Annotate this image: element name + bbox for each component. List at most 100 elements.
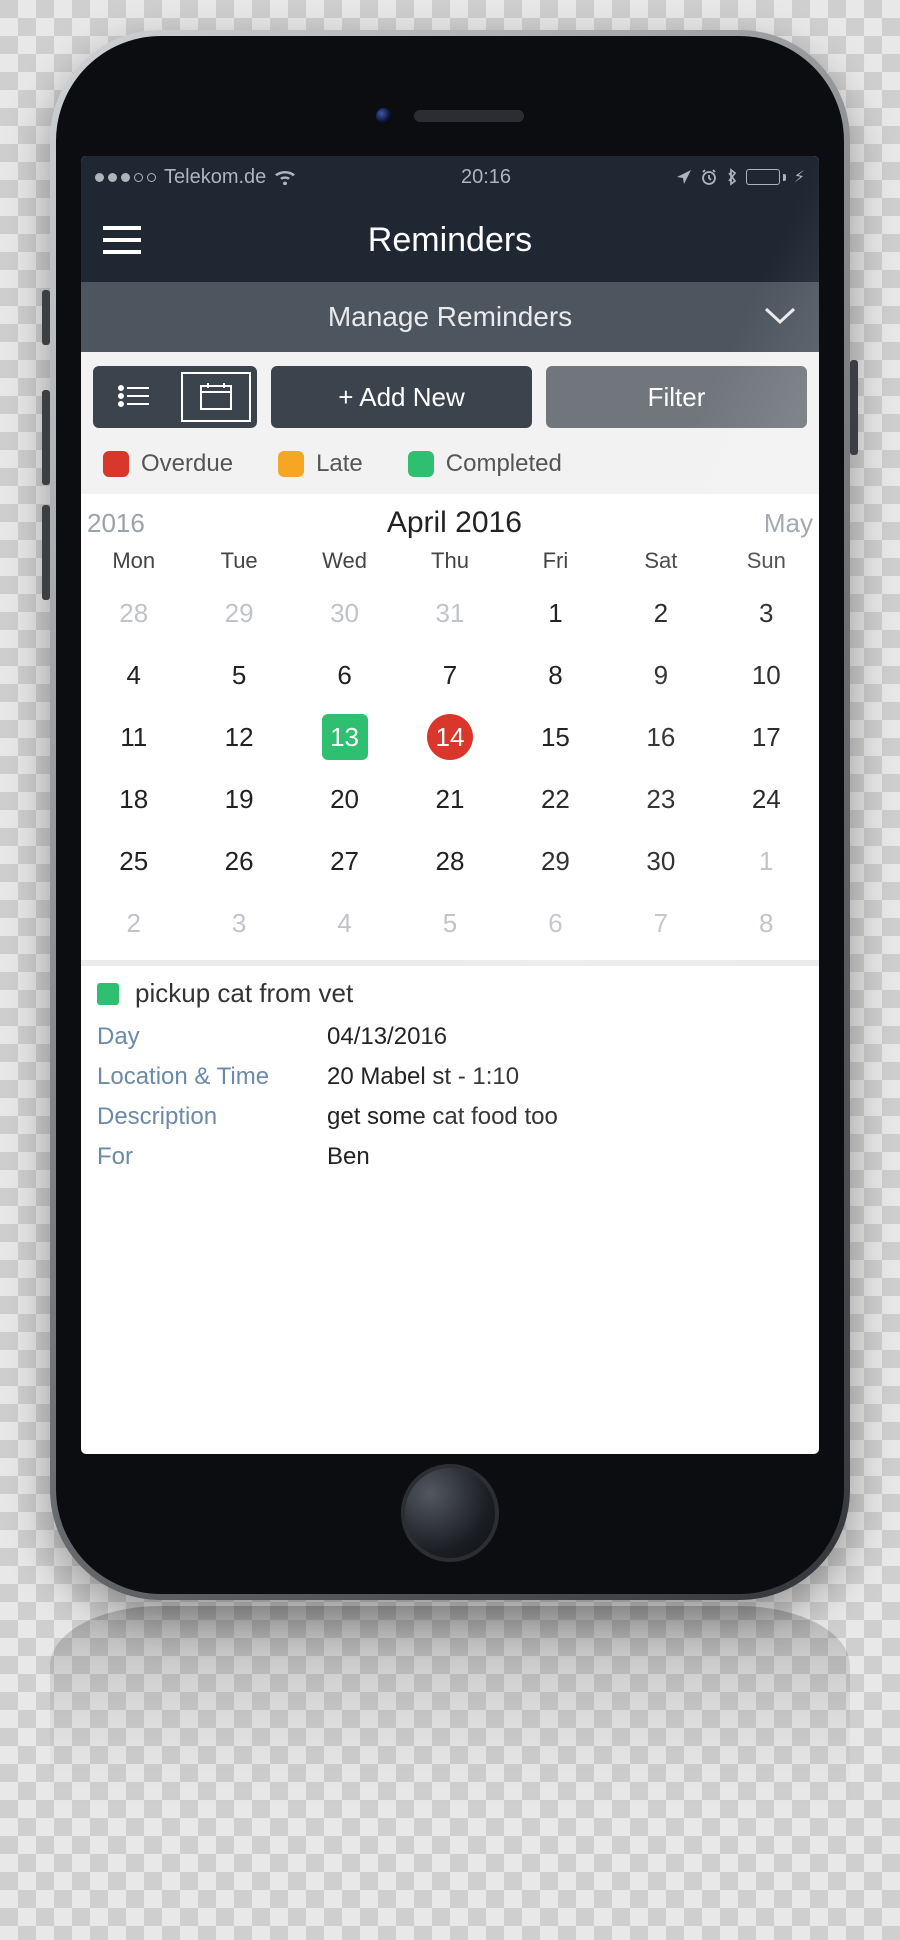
calendar-day[interactable]: 1 [714, 830, 819, 892]
calendar-day[interactable]: 12 [186, 706, 291, 768]
section-dropdown-label: Manage Reminders [328, 301, 572, 333]
calendar-day[interactable]: 29 [186, 582, 291, 644]
event-status-icon [97, 983, 119, 1005]
calendar-day[interactable]: 22 [503, 768, 608, 830]
overdue-swatch-icon [103, 451, 129, 477]
home-button[interactable] [401, 1464, 499, 1562]
event-details: Day04/13/2016 Location & Time20 Mabel st… [81, 1017, 819, 1187]
dow-cell: Sun [714, 548, 819, 574]
list-icon [117, 384, 151, 411]
calendar-day[interactable]: 1 [503, 582, 608, 644]
reflection [50, 1606, 850, 1866]
calendar-day[interactable]: 30 [608, 830, 713, 892]
calendar-day[interactable]: 14 [397, 706, 502, 768]
calendar-day[interactable]: 9 [608, 644, 713, 706]
calendar-day[interactable]: 19 [186, 768, 291, 830]
speaker-grille [414, 110, 524, 122]
status-bar: Telekom.de 20:16 [81, 156, 819, 198]
completed-swatch-icon [408, 451, 434, 477]
calendar-day[interactable]: 15 [503, 706, 608, 768]
calendar-day[interactable]: 30 [292, 582, 397, 644]
calendar-day[interactable]: 8 [503, 644, 608, 706]
list-view-button[interactable] [93, 366, 175, 428]
clock: 20:16 [461, 166, 511, 189]
phone-wrapper: Telekom.de 20:16 [50, 30, 850, 1866]
field-for: ForBen [97, 1137, 803, 1177]
field-day: Day04/13/2016 [97, 1017, 803, 1057]
app-header: Reminders [81, 198, 819, 282]
calendar-day[interactable]: 4 [292, 892, 397, 954]
filter-button[interactable]: Filter [546, 366, 807, 428]
calendar-day[interactable]: 28 [397, 830, 502, 892]
calendar-day[interactable]: 21 [397, 768, 502, 830]
overdue-day-badge: 14 [427, 714, 473, 760]
late-swatch-icon [278, 451, 304, 477]
completed-day-badge: 13 [322, 714, 368, 760]
phone-frame: Telekom.de 20:16 [50, 30, 850, 1600]
wifi-icon [274, 169, 296, 185]
calendar-day[interactable]: 18 [81, 768, 186, 830]
dow-cell: Fri [503, 548, 608, 574]
calendar-week: 1112 13 14 151617 [81, 706, 819, 768]
toolbar: + Add New Filter [81, 352, 819, 442]
calendar-day[interactable]: 4 [81, 644, 186, 706]
legend-overdue-label: Overdue [141, 450, 233, 478]
calendar-day[interactable]: 25 [81, 830, 186, 892]
calendar-nav: 2016 April 2016 May [81, 494, 819, 544]
calendar-day[interactable]: 27 [292, 830, 397, 892]
calendar-day[interactable]: 5 [186, 644, 291, 706]
calendar-day[interactable]: 13 [292, 706, 397, 768]
dow-cell: Sat [608, 548, 713, 574]
calendar-day[interactable]: 3 [714, 582, 819, 644]
battery-icon [746, 169, 786, 185]
calendar-day[interactable]: 17 [714, 706, 819, 768]
calendar-day[interactable]: 2 [81, 892, 186, 954]
next-month-button[interactable]: May [764, 508, 813, 539]
dow-cell: Tue [186, 548, 291, 574]
calendar-day[interactable]: 10 [714, 644, 819, 706]
page: Telekom.de 20:16 [0, 0, 900, 1940]
calendar-day[interactable]: 26 [186, 830, 291, 892]
field-for-value: Ben [327, 1143, 803, 1171]
volume-down-button [42, 505, 50, 600]
calendar-day[interactable]: 8 [714, 892, 819, 954]
legend: Overdue Late Completed [81, 442, 819, 494]
add-new-button[interactable]: + Add New [271, 366, 532, 428]
event-title: pickup cat from vet [135, 978, 353, 1009]
calendar-grid: 2829303112345678910111213141516171819202… [81, 582, 819, 954]
section-dropdown[interactable]: Manage Reminders [81, 282, 819, 352]
calendar-day[interactable]: 24 [714, 768, 819, 830]
field-description: Descriptionget some cat food too [97, 1097, 803, 1137]
calendar-day[interactable]: 6 [503, 892, 608, 954]
current-month-label: April 2016 [387, 506, 522, 540]
calendar-day[interactable]: 6 [292, 644, 397, 706]
field-location-label: Location & Time [97, 1063, 317, 1091]
dow-cell: Wed [292, 548, 397, 574]
menu-button[interactable] [103, 226, 141, 254]
calendar-day[interactable]: 31 [397, 582, 502, 644]
calendar-day[interactable]: 2 [608, 582, 713, 644]
bluetooth-icon [726, 168, 738, 186]
calendar-day[interactable]: 7 [608, 892, 713, 954]
calendar-day[interactable]: 3 [186, 892, 291, 954]
charging-icon: ⚡︎ [794, 167, 805, 187]
legend-completed: Completed [408, 450, 562, 478]
volume-up-button [42, 390, 50, 485]
carrier-label: Telekom.de [164, 166, 266, 189]
calendar-day[interactable]: 28 [81, 582, 186, 644]
calendar-day[interactable]: 5 [397, 892, 502, 954]
calendar-day[interactable]: 23 [608, 768, 713, 830]
calendar-day[interactable]: 29 [503, 830, 608, 892]
calendar-day[interactable]: 16 [608, 706, 713, 768]
calendar-day[interactable]: 11 [81, 706, 186, 768]
calendar-day[interactable]: 7 [397, 644, 502, 706]
prev-month-button[interactable]: 2016 [87, 508, 145, 539]
page-title: Reminders [141, 221, 759, 260]
calendar-week: 28293031123 [81, 582, 819, 644]
calendar-week: 2345678 [81, 892, 819, 954]
event-header[interactable]: pickup cat from vet [81, 966, 819, 1017]
calendar-day[interactable]: 20 [292, 768, 397, 830]
calendar-icon [199, 381, 233, 414]
calendar-view-button[interactable] [175, 366, 257, 428]
field-day-label: Day [97, 1023, 317, 1051]
